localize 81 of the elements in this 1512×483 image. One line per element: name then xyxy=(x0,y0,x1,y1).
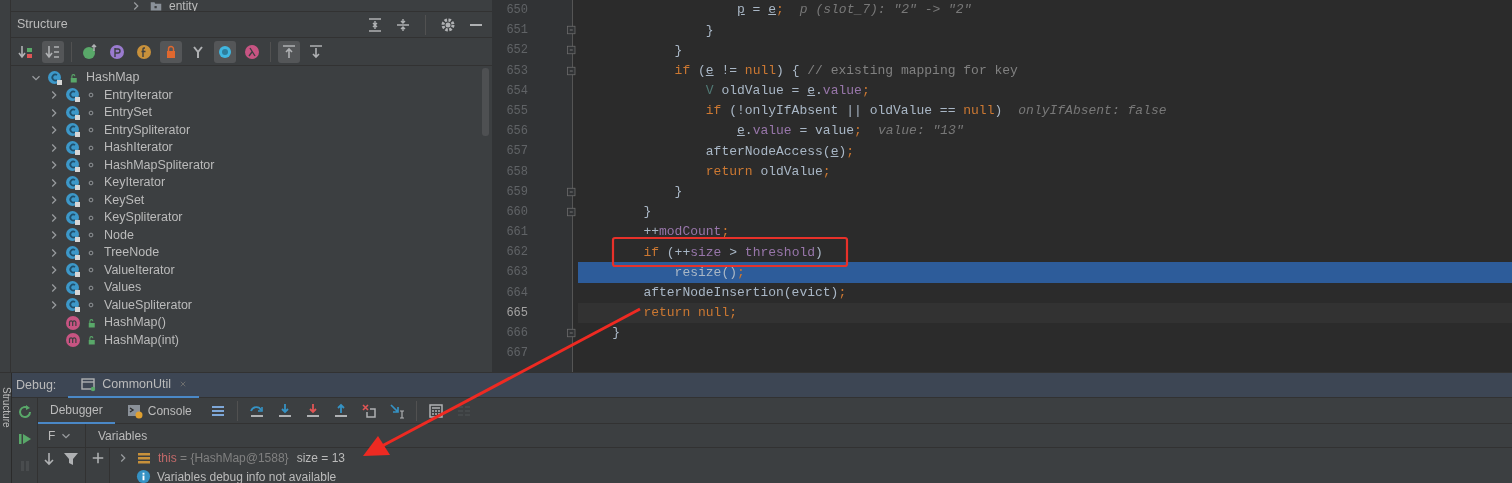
code-line: if (++size > threshold) xyxy=(643,243,823,262)
code-line: if (e != null) { // existing mapping for key xyxy=(674,61,1018,80)
session-tab[interactable]: CommonUtil xyxy=(68,372,200,398)
code-line: afterNodeInsertion(evict); xyxy=(643,283,847,302)
pane-title: Variables xyxy=(98,427,148,445)
tree-item[interactable]: Values xyxy=(104,278,142,298)
tree-item[interactable]: TreeNode xyxy=(104,243,160,263)
tree-item[interactable]: HashMap() xyxy=(104,313,166,333)
fold-icon[interactable] xyxy=(566,185,578,198)
code-line: } xyxy=(674,41,683,60)
scroll-to-source-icon[interactable] xyxy=(278,40,300,63)
code-line: } xyxy=(612,324,620,343)
class-icon xyxy=(65,157,81,174)
tree-item[interactable]: HashMap(int) xyxy=(104,330,180,350)
class-icon xyxy=(65,297,81,314)
tree-item[interactable]: EntrySpliterator xyxy=(104,120,191,140)
plus-icon[interactable] xyxy=(90,451,105,465)
tree-item[interactable]: KeySpliterator xyxy=(104,208,183,228)
inline-hint: value: "13" xyxy=(877,122,964,141)
expand-all-icon[interactable] xyxy=(367,16,383,33)
class-icon xyxy=(47,69,63,86)
tree-item[interactable]: EntrySet xyxy=(104,103,152,123)
code-line: return oldValue; xyxy=(705,162,831,181)
tree-item[interactable]: HashMapSpliterator xyxy=(104,155,215,175)
variable-entry[interactable]: this = {HashMap@1588} size = 13 xyxy=(158,448,345,467)
tree-item[interactable]: HashMap xyxy=(86,68,140,88)
collapse-all-icon[interactable] xyxy=(395,16,411,33)
fold-icon[interactable] xyxy=(566,205,578,218)
class-icon xyxy=(65,174,81,191)
debugger-tab[interactable]: Debugger xyxy=(38,397,115,424)
console-icon xyxy=(126,402,143,419)
down-arrow-icon[interactable] xyxy=(41,451,57,467)
line-number: 665 xyxy=(505,304,528,322)
tree-item[interactable]: Node xyxy=(104,225,134,245)
class-icon xyxy=(65,244,81,261)
code-line: } xyxy=(674,183,683,202)
class-icon xyxy=(65,139,81,156)
code-line: if (!onlyIfAbsent || oldValue == null) xyxy=(705,102,1003,121)
panel-title: Structure xyxy=(17,16,68,34)
code-line: afterNodeAccess(e); xyxy=(705,142,855,161)
code-line: resize(); xyxy=(674,263,745,282)
tree-item[interactable]: ValueSpliterator xyxy=(104,295,192,315)
class-icon xyxy=(65,262,81,279)
tool-window-label[interactable]: Structure xyxy=(0,387,12,483)
tree-item[interactable]: HashIterator xyxy=(104,138,173,158)
filter-icon[interactable] xyxy=(63,451,79,467)
code-line: ++modCount; xyxy=(643,223,730,242)
sort-alpha-icon[interactable] xyxy=(42,40,64,63)
fold-icon[interactable] xyxy=(566,64,578,77)
code-line: V oldValue = e.value; xyxy=(705,82,870,101)
tree-item[interactable]: KeyIterator xyxy=(104,173,166,193)
fold-icon[interactable] xyxy=(566,44,578,57)
settings-icon[interactable] xyxy=(440,16,456,33)
fold-icon[interactable] xyxy=(566,24,578,37)
code-line: } xyxy=(643,203,652,222)
tree-item[interactable]: KeySet xyxy=(104,190,145,210)
class-icon xyxy=(65,192,81,209)
fold-icon[interactable] xyxy=(566,327,578,340)
tree-item[interactable]: EntryIterator xyxy=(104,85,173,105)
panel-title: Debug: xyxy=(16,376,57,394)
class-icon xyxy=(65,279,81,296)
inline-hint: onlyIfAbsent: false xyxy=(1018,102,1167,121)
pane-title: F xyxy=(48,427,56,445)
class-icon xyxy=(65,122,81,139)
class-icon xyxy=(65,227,81,244)
code-line: p = e; xyxy=(737,1,784,20)
inline-hint: p (slot_7): "2" -> "2" xyxy=(799,1,972,20)
class-icon xyxy=(65,209,81,226)
method-icon xyxy=(65,332,81,349)
console-tab[interactable]: Console xyxy=(114,397,204,424)
code-line: } xyxy=(705,21,714,40)
method-icon xyxy=(65,314,81,331)
window-icon xyxy=(80,376,97,392)
code-line: e.value = value; xyxy=(737,122,862,141)
info-icon xyxy=(136,469,151,483)
code-line: return null; xyxy=(643,304,738,323)
status-message: Variables debug info not available xyxy=(157,468,337,483)
class-icon xyxy=(65,87,81,104)
lock-icon[interactable] xyxy=(160,40,182,63)
tree-item[interactable]: ValueIterator xyxy=(104,260,175,280)
class-icon xyxy=(65,104,81,121)
